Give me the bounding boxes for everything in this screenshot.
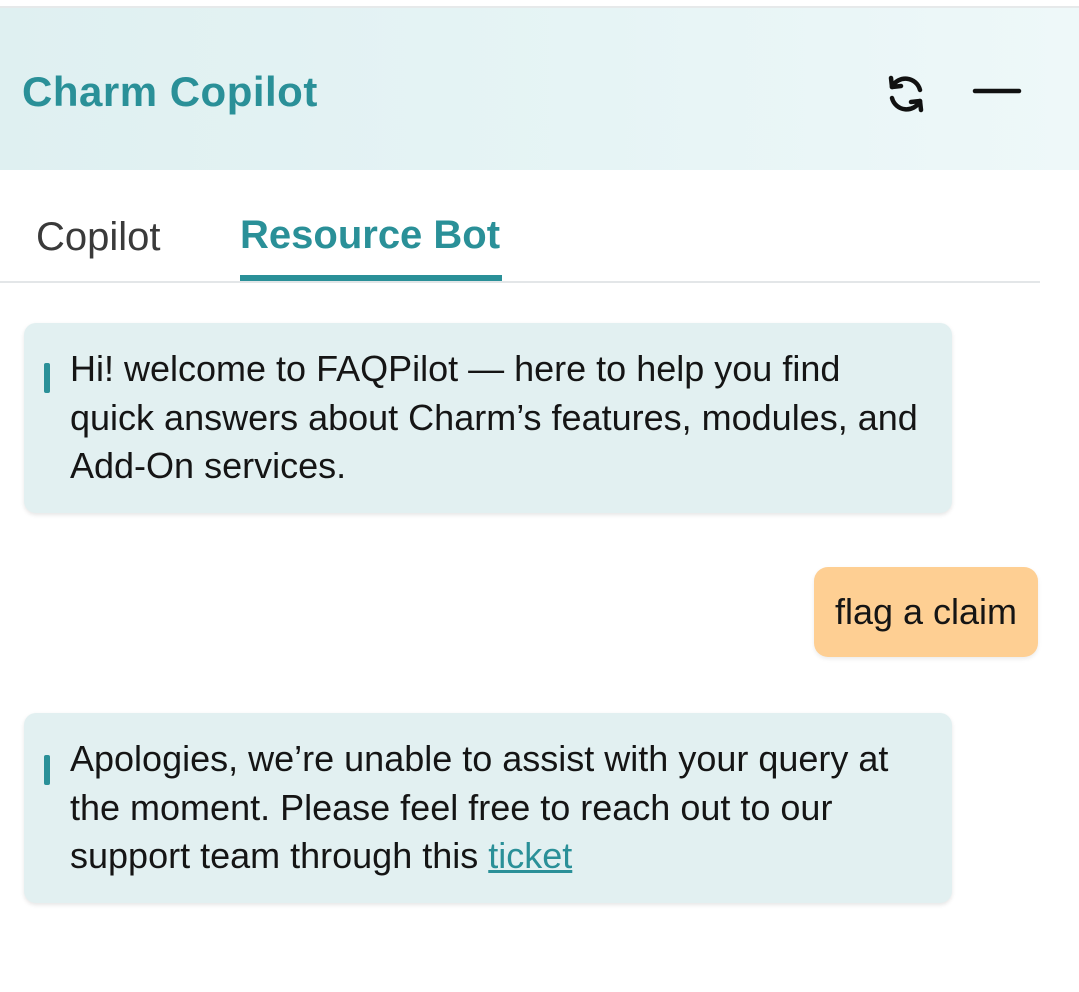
refresh-button[interactable] [878, 66, 934, 122]
top-border [0, 0, 1079, 8]
bot-message-text: Hi! welcome to FAQPilot — here to help y… [70, 348, 918, 486]
user-message-text: flag a claim [834, 591, 1018, 632]
tab-copilot[interactable]: Copilot [36, 212, 161, 262]
header-title: Charm Copilot [22, 68, 318, 115]
user-message: flag a claim [814, 567, 1038, 657]
tab-resource-bot[interactable]: Resource Bot [240, 210, 500, 260]
bot-message-reply: Apologies, we’re unable to assist with y… [24, 713, 952, 903]
active-tab-indicator [240, 275, 502, 281]
reply-text: Apologies, we’re unable to assist with y… [70, 738, 889, 876]
refresh-icon [888, 75, 924, 113]
bot-message-welcome: Hi! welcome to FAQPilot — here to help y… [24, 323, 952, 513]
minimize-icon [972, 88, 1022, 94]
minimize-button[interactable] [968, 66, 1024, 122]
message-accent-bar [44, 363, 50, 393]
tab-bar: Copilot Resource Bot [0, 170, 1040, 283]
message-accent-bar [44, 755, 50, 785]
copilot-header: Charm Copilot [0, 8, 1079, 170]
ticket-link[interactable]: ticket [488, 835, 572, 876]
bot-message-text: Apologies, we’re unable to assist with y… [70, 735, 928, 881]
